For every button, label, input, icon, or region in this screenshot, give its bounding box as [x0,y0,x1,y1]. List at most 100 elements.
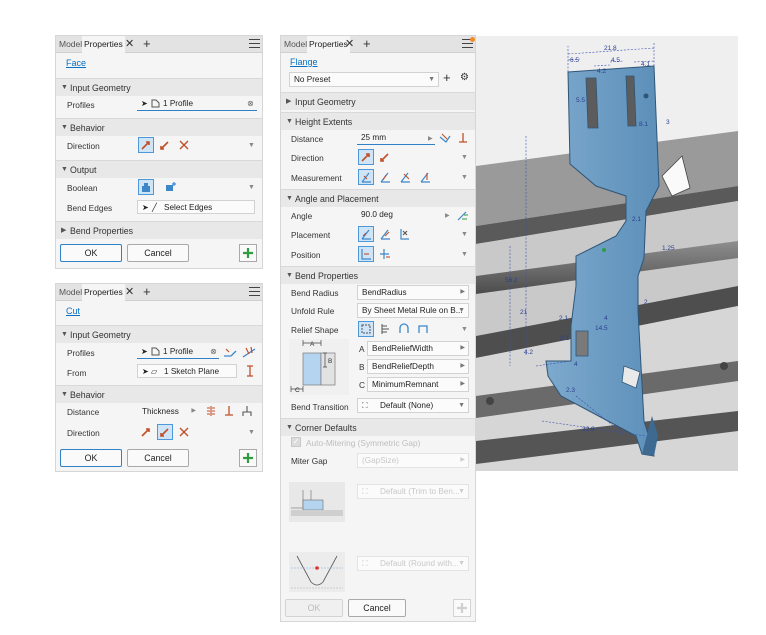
relief-round-icon[interactable] [396,321,412,337]
section-behavior[interactable]: ▼ Behavior [56,385,262,403]
placement-adjacent-icon[interactable] [396,226,412,242]
corner-round-dropdown[interactable]: ⛶ Default (Round with... ▼ [357,556,469,571]
auto-mitering-checkbox[interactable]: ✓ [291,437,301,447]
chevron-right-icon[interactable]: ▶ [191,405,196,417]
add-preset-icon[interactable]: + [443,70,451,85]
add-tab-icon[interactable]: + [363,36,371,52]
unfold-rule-dropdown[interactable]: By Sheet Metal Rule on B... ▼ [357,303,469,318]
close-icon[interactable]: ✕ [125,285,134,299]
section-input-geometry[interactable]: ▼ Input Geometry [56,78,262,96]
direction-default-icon[interactable] [138,424,154,440]
relief-straight-icon[interactable] [358,321,374,337]
close-icon[interactable]: ✕ [125,37,134,51]
section-input-geometry[interactable]: ▶ Input Geometry [281,92,475,110]
close-icon[interactable]: ✕ [345,37,354,51]
miter-gap-input[interactable]: (GapSize) ▶ [357,453,469,468]
tab-model[interactable]: Model [57,284,84,300]
distance-input[interactable]: 25 mm [357,131,435,145]
position-edge-icon[interactable] [358,246,374,262]
cancel-button[interactable]: Cancel [348,599,406,617]
ok-button[interactable]: OK [285,599,343,617]
boolean-new-solid-icon[interactable] [163,179,179,195]
bend-transition-dropdown[interactable]: ⛶ Default (None) ▼ [357,398,469,413]
tab-properties[interactable]: Properties [307,36,350,53]
chevron-down-icon[interactable]: ▼ [248,429,255,436]
cancel-button[interactable]: Cancel [127,244,189,262]
minimum-remnant-input[interactable]: MinimumRemnant ▶ [367,377,469,392]
flip-side-icon[interactable] [437,130,453,146]
chevron-down-icon[interactable]: ▼ [461,154,468,161]
apply-plus-icon[interactable] [453,599,471,617]
panel-menu-icon[interactable] [249,287,260,296]
to-face-icon[interactable] [455,130,471,146]
chevron-right-icon[interactable]: ▶ [445,212,450,219]
to-plane-icon[interactable] [242,363,258,379]
clear-icon[interactable]: ⊗ [247,97,254,110]
section-output[interactable]: ▼ Output [56,160,262,178]
chevron-down-icon[interactable]: ▼ [248,184,255,191]
cut-across-bend-icon[interactable] [222,344,238,360]
section-input-geometry[interactable]: ▼ Input Geometry [56,325,262,343]
ok-button[interactable]: OK [60,449,122,467]
from-selector[interactable]: ➤ ▱ 1 Sketch Plane [137,364,237,378]
relief-square-icon[interactable] [415,321,431,337]
tab-properties[interactable]: Properties [82,284,125,301]
direction-symmetric-icon[interactable] [176,137,192,153]
bend-edges-selector[interactable]: ➤ ╱ Select Edges [137,200,255,214]
model-viewport[interactable]: 21.8 6.5 4.2 4.5 4.1 5.5 8.1 2.1 1.25 56… [476,36,738,471]
clear-icon[interactable]: ⊗ [210,345,217,358]
direction-default-icon[interactable] [138,137,154,153]
chevron-right-icon[interactable]: ▶ [428,135,433,142]
relief-depth-input[interactable]: BendReliefDepth ▶ [367,359,469,374]
chevron-down-icon[interactable]: ▼ [461,326,468,333]
section-bend-properties[interactable]: ▶ Bend Properties [56,221,262,239]
angle-reference-icon[interactable] [455,207,471,223]
cut-normal-icon[interactable] [241,344,257,360]
add-tab-icon[interactable]: + [143,36,151,52]
chevron-down-icon[interactable]: ▼ [461,174,468,181]
corner-trim-dropdown[interactable]: ⛶ Default (Trim to Ben... ▼ [357,484,469,499]
add-tab-icon[interactable]: + [143,284,151,300]
measure-inner-icon[interactable] [377,169,393,185]
measure-orthogonal-icon[interactable] [417,169,433,185]
cancel-button[interactable]: Cancel [127,449,189,467]
chevron-down-icon[interactable]: ▼ [248,142,255,149]
gear-icon[interactable]: ⚙ [460,72,469,83]
direction-flip-icon[interactable] [157,424,173,440]
apply-plus-icon[interactable] [239,244,257,262]
section-bend-properties[interactable]: ▼ Bend Properties [281,266,475,284]
direction-flip-icon[interactable] [377,149,393,165]
section-behavior[interactable]: ▼ Behavior [56,118,262,136]
measure-tangent-icon[interactable] [397,169,413,185]
panel-menu-icon[interactable] [249,39,260,48]
profiles-selector[interactable]: ➤ 1 Profile ⊗ [137,345,219,359]
relief-width-input[interactable]: BendReliefWidth ▶ [367,341,469,356]
measure-outer-icon[interactable] [358,169,374,185]
boolean-join-icon[interactable] [138,179,154,195]
relief-tear-icon[interactable] [377,321,393,337]
tab-model[interactable]: Model [282,36,309,52]
angle-input[interactable]: 90.0 deg [357,208,441,222]
tab-model[interactable]: Model [57,36,84,52]
apply-plus-icon[interactable] [239,449,257,467]
position-offset-icon[interactable] [377,246,393,262]
preset-dropdown[interactable]: No Preset ▼ [289,72,439,87]
chevron-down-icon[interactable]: ▼ [461,251,468,258]
distance-input[interactable]: Thickness ▶ [137,404,199,418]
tab-properties[interactable]: Properties [82,36,125,53]
placement-inner-icon[interactable] [358,226,374,242]
section-corner-defaults[interactable]: ▼ Corner Defaults [281,418,475,436]
direction-flip-icon[interactable] [157,137,173,153]
through-all-icon[interactable] [203,403,219,419]
profiles-selector[interactable]: ➤ 1 Profile ⊗ [137,97,257,111]
direction-symmetric-icon[interactable] [176,424,192,440]
to-face-icon[interactable] [239,403,255,419]
to-next-icon[interactable] [221,403,237,419]
bend-radius-input[interactable]: BendRadius ▶ [357,285,469,300]
direction-default-icon[interactable] [358,149,374,165]
section-angle-placement[interactable]: ▼ Angle and Placement [281,189,475,207]
ok-button[interactable]: OK [60,244,122,262]
placement-outer-icon[interactable] [377,226,393,242]
section-height-extents[interactable]: ▼ Height Extents [281,112,475,130]
chevron-down-icon[interactable]: ▼ [461,231,468,238]
